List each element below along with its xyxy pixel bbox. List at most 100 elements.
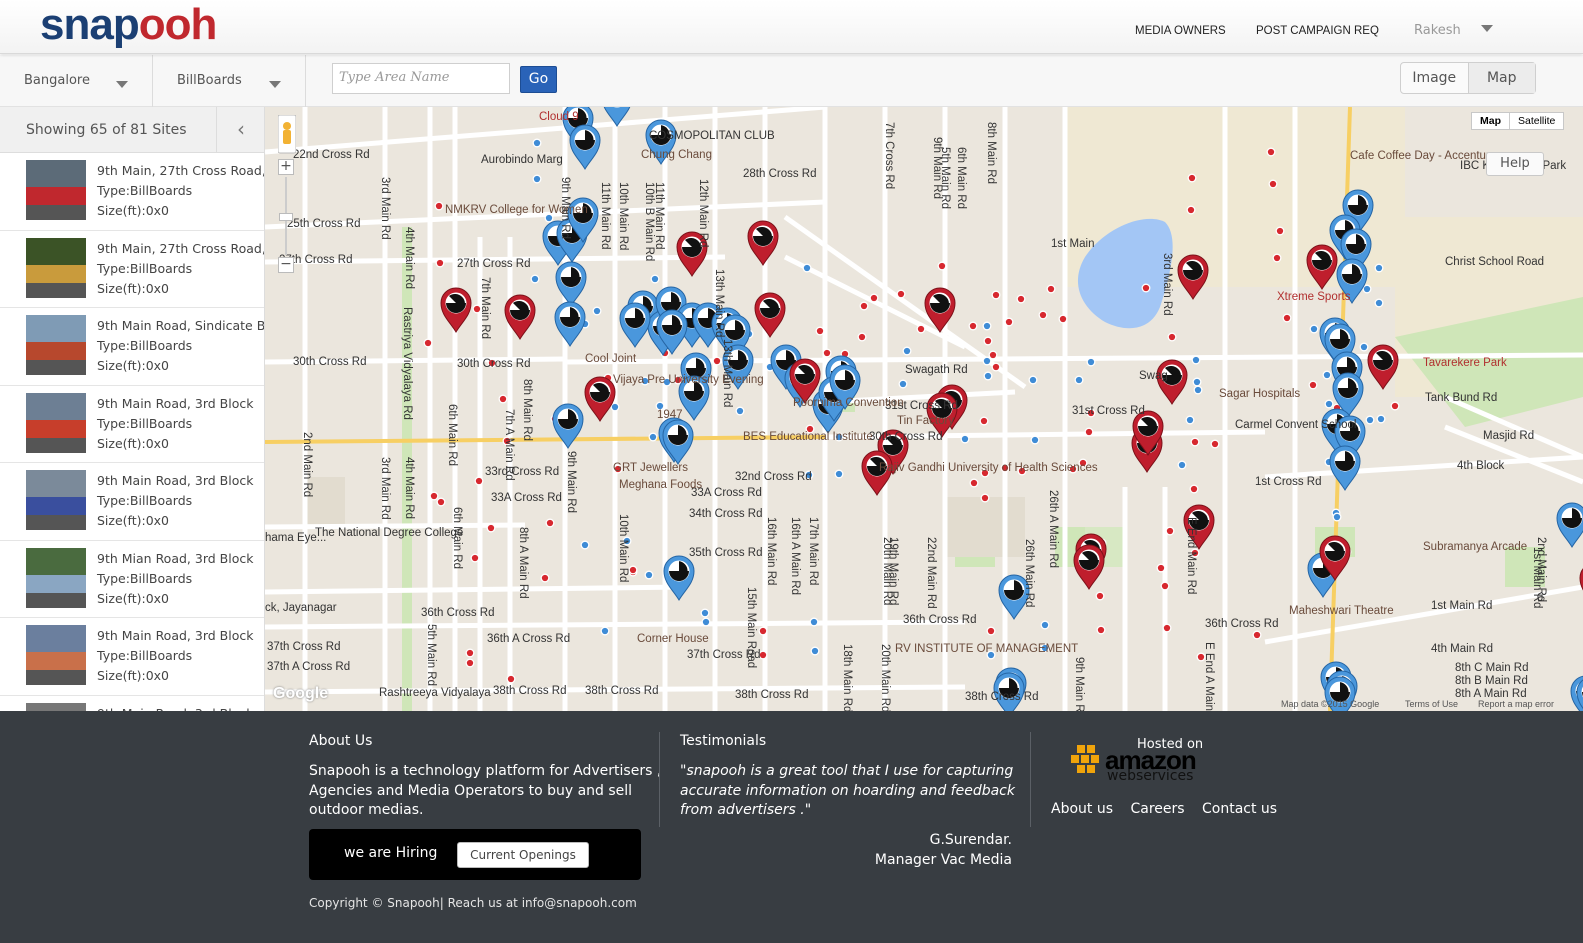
map-dot-red[interactable]: [1038, 310, 1048, 320]
map-dot-red[interactable]: [436, 497, 446, 507]
map-dot-red[interactable]: [1308, 380, 1318, 390]
map-report-link[interactable]: Report a map error: [1478, 699, 1554, 709]
map-dot-blue[interactable]: [1074, 375, 1084, 385]
image-view-button[interactable]: Image: [1401, 63, 1469, 93]
map-dot-red[interactable]: [1275, 226, 1285, 236]
map-dot-red[interactable]: [758, 626, 768, 636]
map-dot-red[interactable]: [545, 518, 555, 528]
map-dot-blue[interactable]: [530, 274, 540, 284]
billboard-pin[interactable]: [619, 302, 651, 348]
map-dot-blue[interactable]: [983, 371, 993, 381]
map-dot-blue[interactable]: [610, 402, 620, 412]
current-openings-button[interactable]: Current Openings: [457, 842, 589, 868]
map-dot-blue[interactable]: [1374, 298, 1384, 308]
site-list-item[interactable]: 9th Main Road, 3rd Block Type:BillBoards S…: [0, 463, 264, 541]
map-dot-red[interactable]: [1189, 484, 1199, 494]
zoom-in-button[interactable]: +: [278, 159, 294, 175]
go-button[interactable]: Go: [520, 66, 557, 93]
billboard-pin[interactable]: [1556, 502, 1583, 548]
collapse-sidebar-button[interactable]: ‹: [216, 107, 264, 153]
billboard-pin[interactable]: [584, 376, 616, 422]
map-dot-blue[interactable]: [600, 626, 610, 636]
footer-contact-link[interactable]: Contact us: [1202, 801, 1277, 817]
map-dot-red[interactable]: [434, 201, 444, 211]
map-dot-blue[interactable]: [532, 174, 542, 184]
map-dot-red[interactable]: [1252, 630, 1262, 640]
map-dot-red[interactable]: [465, 648, 475, 658]
map-dot-blue[interactable]: [532, 138, 542, 148]
map-dot-blue[interactable]: [1030, 435, 1040, 445]
map-dot-blue[interactable]: [1359, 342, 1369, 352]
map-dot-red[interactable]: [896, 289, 906, 299]
map-dot-red[interactable]: [1016, 294, 1026, 304]
billboard-pin[interactable]: [1073, 544, 1105, 590]
map-dot-blue[interactable]: [650, 274, 660, 284]
map-dot-red[interactable]: [1095, 591, 1105, 601]
map-dot-red[interactable]: [1096, 625, 1106, 635]
map-dot-red[interactable]: [1160, 581, 1170, 591]
map-dot-red[interactable]: [1186, 205, 1196, 215]
map-dot-red[interactable]: [815, 326, 825, 336]
map-dot-red[interactable]: [983, 336, 993, 346]
map-dot-red[interactable]: [506, 674, 516, 684]
site-list-item[interactable]: 9th Main Road, 3rd Block Type:BillBoards S…: [0, 386, 264, 463]
map-dot-red[interactable]: [979, 416, 989, 426]
map-dot-red[interactable]: [1187, 173, 1197, 183]
map-dot-red[interactable]: [435, 258, 445, 268]
map-dot-blue[interactable]: [592, 306, 602, 316]
map-dot-blue[interactable]: [834, 469, 844, 479]
map-dot-red[interactable]: [1282, 313, 1292, 323]
nav-post-campaign[interactable]: POST CAMPAIGN REQ: [1256, 25, 1379, 37]
map-dot-red[interactable]: [429, 491, 439, 501]
map-dot-red[interactable]: [1004, 317, 1014, 327]
billboard-pin[interactable]: [663, 555, 695, 601]
snapooh-logo[interactable]: snapooh: [40, 0, 217, 50]
map-dot-blue[interactable]: [1028, 375, 1038, 385]
site-list-item[interactable]: 9th Mian Road, 3rd Block Type:BillBoards S…: [0, 541, 264, 618]
billboard-pin[interactable]: [924, 287, 956, 333]
map-dot-red[interactable]: [988, 350, 998, 360]
map-dot-red[interactable]: [980, 493, 990, 503]
billboard-pin[interactable]: [440, 287, 472, 333]
billboard-pin[interactable]: [552, 403, 584, 449]
map-dot-red[interactable]: [470, 553, 480, 563]
media-type-dropdown[interactable]: BillBoards: [153, 55, 306, 107]
map-dot-blue[interactable]: [700, 608, 710, 618]
map-dot-blue[interactable]: [1040, 620, 1050, 630]
nav-media-owners[interactable]: MEDIA OWNERS: [1135, 25, 1226, 37]
map-dot-blue[interactable]: [982, 356, 992, 366]
billboard-pin[interactable]: [554, 301, 586, 347]
map-dot-blue[interactable]: [960, 434, 970, 444]
map-view-button[interactable]: Map: [1468, 63, 1535, 93]
footer-careers-link[interactable]: Careers: [1130, 801, 1184, 817]
map-dot-blue[interactable]: [1193, 385, 1203, 395]
map-dot-red[interactable]: [1084, 427, 1094, 437]
map-dot-red[interactable]: [969, 478, 979, 488]
map-dot-red[interactable]: [857, 332, 867, 342]
map-dot-blue[interactable]: [1332, 512, 1342, 522]
map-dot-blue[interactable]: [809, 617, 819, 627]
map-dot-red[interactable]: [869, 293, 879, 303]
map-dot-blue[interactable]: [982, 321, 992, 331]
area-search-input[interactable]: Type Area Name: [332, 63, 510, 94]
billboard-pin[interactable]: [754, 292, 786, 338]
map-dot-blue[interactable]: [644, 570, 654, 580]
billboard-pin[interactable]: [1177, 254, 1209, 300]
map-dot-red[interactable]: [1058, 314, 1068, 324]
map-dot-blue[interactable]: [1376, 414, 1386, 424]
map-dot-red[interactable]: [1210, 439, 1220, 449]
help-button[interactable]: Help: [1486, 152, 1544, 176]
map-type-satellite-button[interactable]: Satellite: [1510, 113, 1563, 129]
billboard-pin[interactable]: [747, 220, 779, 266]
map-dot-red[interactable]: [1272, 253, 1282, 263]
billboard-pin[interactable]: [1156, 359, 1188, 405]
map-dot-red[interactable]: [474, 476, 484, 486]
map-dot-blue[interactable]: [1322, 370, 1332, 380]
map-dot-red[interactable]: [1141, 283, 1151, 293]
billboard-pin[interactable]: [555, 261, 587, 307]
site-list-item[interactable]: 9th Main, 27th Cross Road, 3rd Block Type…: [0, 153, 264, 231]
map-dot-red[interactable]: [423, 338, 433, 348]
map-dot-blue[interactable]: [1324, 399, 1334, 409]
site-list-item[interactable]: 9th Main Road, 3rd Block Type:BillBoards S…: [0, 618, 264, 696]
map-dot-red[interactable]: [1266, 147, 1276, 157]
